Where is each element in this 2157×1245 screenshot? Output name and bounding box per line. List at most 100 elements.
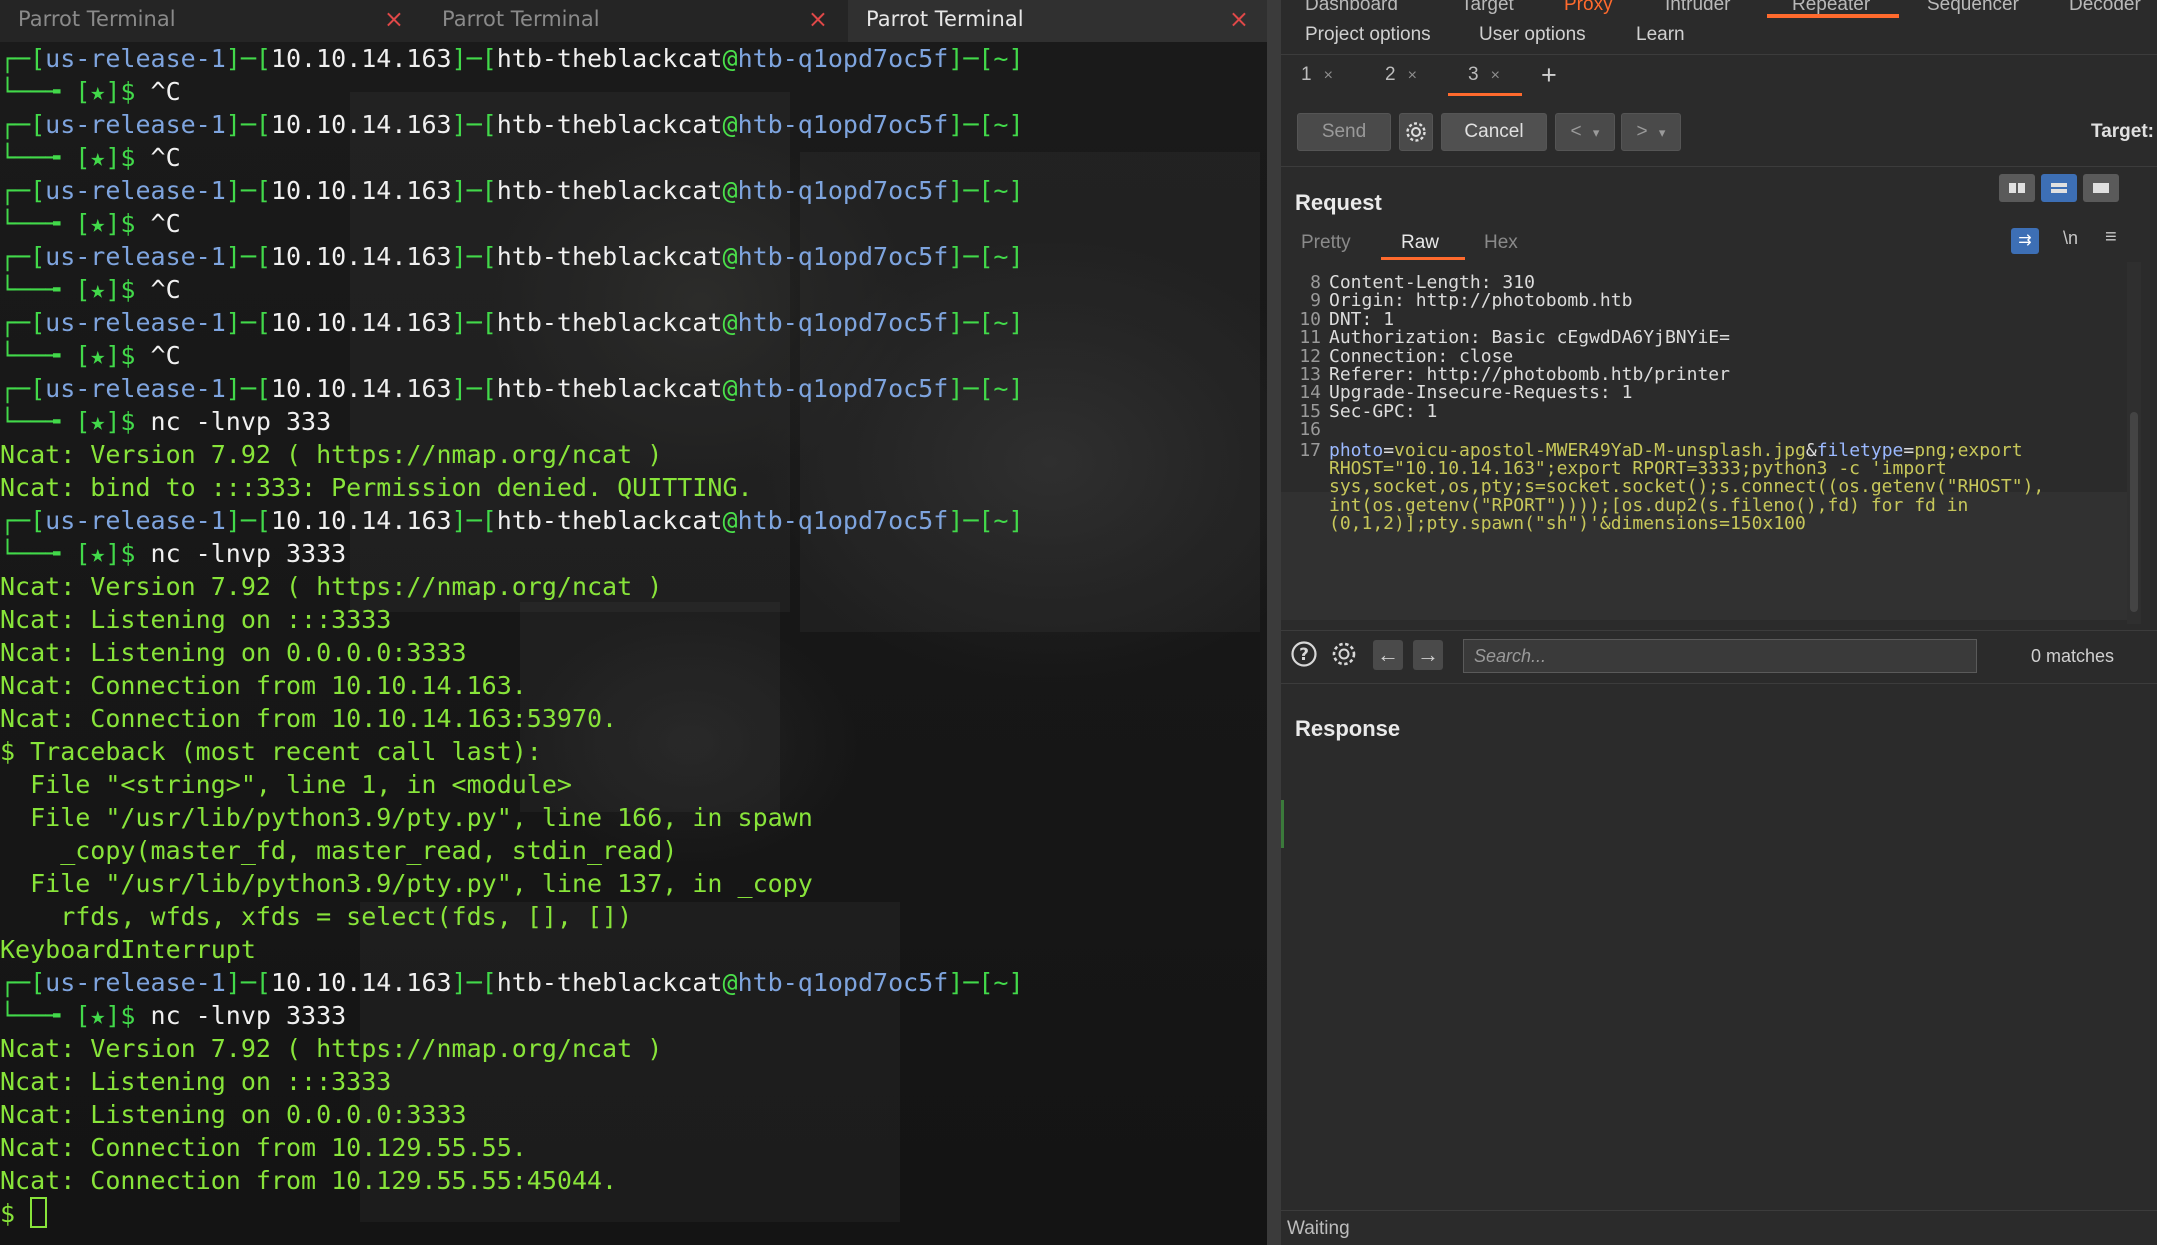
prompt-release: us-release-1 <box>45 44 226 73</box>
search-input[interactable] <box>1463 639 1977 673</box>
chevron-right-icon: > <box>1636 121 1648 142</box>
settings-button[interactable] <box>1399 113 1433 151</box>
close-icon[interactable]: × <box>1491 67 1500 84</box>
layout-side-by-side-icon[interactable] <box>1999 174 2035 202</box>
chevron-down-icon[interactable]: ▾ <box>1593 125 1600 140</box>
nav-project-options[interactable]: Project options <box>1305 24 1431 46</box>
prompt-bracket: ]─[~] <box>948 110 1024 139</box>
active-view-underline <box>1381 257 1465 260</box>
prompt-release: us-release-1 <box>45 308 226 337</box>
nav-learn[interactable]: Learn <box>1636 24 1685 46</box>
nav-sequencer[interactable]: Sequencer <box>1927 0 2019 16</box>
close-icon[interactable]: × <box>1324 67 1333 84</box>
request-panel-title: Request <box>1295 190 1382 215</box>
request-editor[interactable]: 8 Content-Length: 310 9 Origin: http://phot… <box>1281 262 2127 624</box>
header-value: 1 <box>1610 382 1633 404</box>
prompt-host: htb-q1opd7oc5f <box>737 242 949 271</box>
prompt-bracket: ]─[ <box>225 110 271 139</box>
prompt-bracket: ]─[ <box>451 968 497 997</box>
prompt-bracket: ┌─[ <box>0 176 46 205</box>
status-bar <box>1281 1210 2157 1245</box>
prompt-ip: 10.10.14.163 <box>270 242 452 271</box>
chevron-left-icon: < <box>1570 121 1582 142</box>
header-name: Sec-GPC: <box>1329 400 1416 422</box>
prompt-line: ┌─[us-release-1]─[10.10.14.163]─[htb-the… <box>0 42 1024 75</box>
close-icon[interactable]: × <box>808 0 828 38</box>
scrollbar-thumb[interactable] <box>2130 412 2138 612</box>
repeater-tab-label: 1 <box>1301 64 1312 85</box>
wrap-lines-icon[interactable]: ⇉ <box>2011 228 2039 254</box>
prompt-line: ┌─[us-release-1]─[10.10.14.163]─[htb-the… <box>0 108 1024 141</box>
nav-decoder[interactable]: Decoder <box>2069 0 2141 16</box>
editor-wrapped-line: (0,1,2)];pty.spawn("sh")'&dimensions=150… <box>1329 511 1806 536</box>
terminal-tab-title: Parrot Terminal <box>18 7 176 31</box>
view-tab-raw[interactable]: Raw <box>1401 232 1439 254</box>
command-text: ^C <box>150 77 181 106</box>
prompt-user: htb-theblackcat <box>496 506 723 535</box>
pane-divider[interactable] <box>1267 0 1281 1245</box>
cancel-button[interactable]: Cancel <box>1441 113 1547 151</box>
nav-proxy[interactable]: Proxy <box>1564 0 1613 16</box>
repeater-tab-2[interactable]: 2 × <box>1385 64 1417 94</box>
help-icon[interactable]: ? <box>1289 640 1319 670</box>
terminal-output[interactable]: ┌─[us-release-1]─[10.10.14.163]─[htb-the… <box>0 42 1024 1230</box>
close-icon[interactable]: × <box>1408 67 1417 84</box>
prompt-bracket: ]─[ <box>451 110 497 139</box>
view-tab-pretty[interactable]: Pretty <box>1301 232 1351 254</box>
prompt-bracket: ┌─[ <box>0 110 46 139</box>
previous-match-button[interactable]: ← <box>1373 640 1403 670</box>
gear-icon <box>1332 642 1356 666</box>
nav-target[interactable]: Target <box>1461 0 1514 16</box>
chevron-down-icon[interactable]: ▾ <box>1659 125 1666 140</box>
prompt-bracket: ]─[ <box>451 374 497 403</box>
repeater-tab-3[interactable]: 3 × <box>1468 64 1500 94</box>
shell-prompt: $ <box>0 1199 31 1228</box>
prompt-at: @ <box>722 968 738 997</box>
header-value: Basic cEgwdDA6YjBNYiE= <box>1480 327 1730 349</box>
menu-icon[interactable]: ≡ <box>2105 226 2117 249</box>
prompt-bracket: ]─[~] <box>948 308 1024 337</box>
output-line: Ncat: Listening on :::3333 <box>0 605 392 634</box>
back-button[interactable]: < ▾ <box>1555 113 1615 151</box>
output-line: $ Traceback (most recent call last): <box>0 737 542 766</box>
search-settings-button[interactable] <box>1329 640 1359 670</box>
repeater-tab-1[interactable]: 1 × <box>1301 64 1333 94</box>
terminal-tab-1[interactable]: Parrot Terminal × <box>0 0 422 42</box>
shell-prompt-line: $ <box>0 1197 1024 1230</box>
terminal-tab-title: Parrot Terminal <box>866 7 1024 31</box>
nav-dashboard[interactable]: Dashboard <box>1305 0 1398 16</box>
command-line: └──╼ [★]$ ^C <box>0 75 1024 108</box>
close-icon[interactable]: × <box>1229 0 1249 38</box>
terminal-window[interactable]: Parrot Terminal × Parrot Terminal × Parr… <box>0 0 1267 1245</box>
layout-stacked-icon[interactable] <box>2041 174 2077 202</box>
output-line: File "/usr/lib/python3.9/pty.py", line 1… <box>0 869 813 898</box>
prompt-bracket: ┌─[ <box>0 308 46 337</box>
view-tab-hex[interactable]: Hex <box>1484 232 1518 254</box>
nav-user-options[interactable]: User options <box>1479 24 1586 46</box>
prompt-arrow: └──╼ [★]$ <box>0 77 151 106</box>
prompt-line: ┌─[us-release-1]─[10.10.14.163]─[htb-the… <box>0 504 1024 537</box>
output-line: Ncat: Connection from 10.129.55.55:45044… <box>0 1166 618 1195</box>
repeater-active-underline <box>1767 14 1899 18</box>
prompt-bracket: ┌─[ <box>0 968 46 997</box>
prompt-bracket: ┌─[ <box>0 374 46 403</box>
layout-tabs-icon[interactable] <box>2083 174 2119 202</box>
prompt-bracket: ]─[ <box>225 308 271 337</box>
terminal-tab-2[interactable]: Parrot Terminal × <box>424 0 846 42</box>
repeater-tab-label: 2 <box>1385 64 1396 85</box>
output-line: Ncat: Version 7.92 ( https://nmap.org/nc… <box>0 572 663 601</box>
divider <box>1281 166 2157 167</box>
forward-button[interactable]: > ▾ <box>1621 113 1681 151</box>
burp-suite-window: Dashboard Target Proxy Intruder Repeater… <box>1281 0 2157 1245</box>
next-match-button[interactable]: → <box>1413 640 1443 670</box>
prompt-arrow: └──╼ [★]$ <box>0 209 151 238</box>
prompt-at: @ <box>722 374 738 403</box>
nav-intruder[interactable]: Intruder <box>1665 0 1730 16</box>
output-line: File "/usr/lib/python3.9/pty.py", line 1… <box>0 803 813 832</box>
output-line: Ncat: Listening on 0.0.0.0:3333 <box>0 1100 467 1129</box>
close-icon[interactable]: × <box>384 0 404 38</box>
terminal-tab-3-active[interactable]: Parrot Terminal × <box>848 0 1267 42</box>
send-button[interactable]: Send <box>1297 113 1391 151</box>
add-tab-button[interactable]: + <box>1541 60 1557 91</box>
newline-toggle-icon[interactable]: \n <box>2063 228 2078 249</box>
